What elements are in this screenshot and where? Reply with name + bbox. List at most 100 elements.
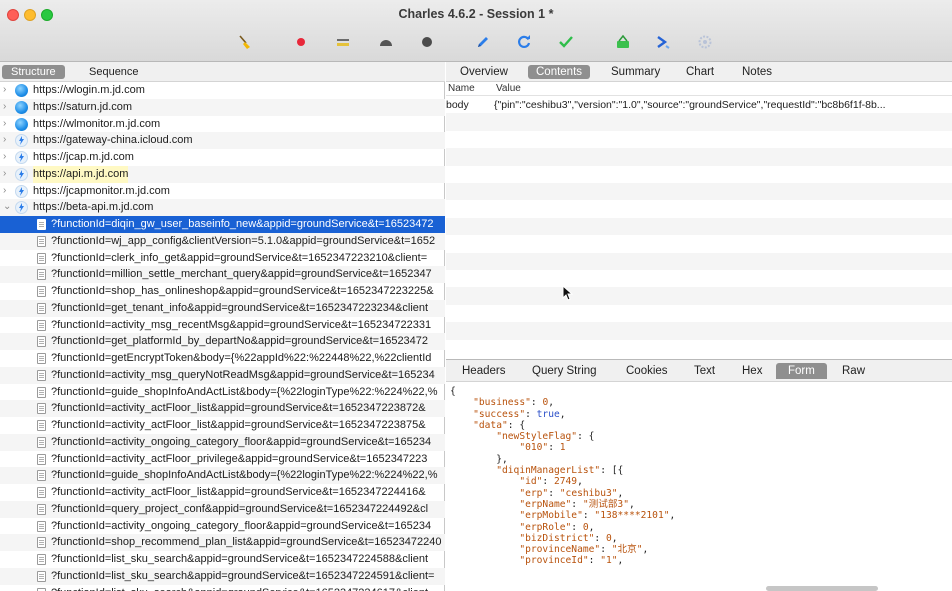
request-row[interactable]: ?functionId=query_project_conf&appid=gro… — [0, 500, 445, 518]
request-row[interactable]: ?functionId=list_sku_search&appid=ground… — [0, 585, 445, 591]
record-icon[interactable] — [292, 33, 310, 51]
chevron-right-icon[interactable]: › — [3, 166, 11, 183]
request-row[interactable]: ?functionId=million_settle_merchant_quer… — [0, 266, 445, 283]
host-row[interactable]: › https://jcap.m.jd.com — [0, 149, 445, 166]
table-row — [446, 113, 952, 131]
request-row[interactable]: ?functionId=getEncryptToken&body={%22app… — [0, 350, 445, 367]
request-row[interactable]: ?functionId=wj_app_config&clientVersion=… — [0, 232, 445, 250]
breakpoint-icon[interactable] — [377, 33, 395, 51]
request-row[interactable]: ?functionId=activity_ongoing_category_fl… — [0, 518, 445, 535]
request-row[interactable]: ?functionId=activity_msg_queryNotReadMsg… — [0, 366, 445, 384]
tab-contents[interactable]: Contents — [528, 65, 591, 79]
window-title: Charles 4.6.2 - Session 1 * — [398, 7, 554, 21]
request-row[interactable]: ?functionId=shop_recommend_plan_list&app… — [0, 534, 445, 551]
tab-structure[interactable]: Structure — [2, 65, 65, 79]
request-row[interactable]: ?functionId=list_sku_search&appid=ground… — [0, 551, 445, 568]
json-line: "newStyleFlag": { — [496, 431, 595, 443]
host-row[interactable]: › https://wlogin.m.jd.com — [0, 82, 445, 99]
table-row[interactable]: body {"pin":"ceshibu3","version":"1.0","s… — [446, 96, 952, 113]
throttle-icon[interactable] — [334, 33, 352, 51]
request-label: ?functionId=guide_shopInfoAndActList&bod… — [51, 469, 438, 482]
json-line: { — [450, 386, 456, 397]
host-row[interactable]: › https://saturn.jd.com — [0, 98, 445, 116]
tab-cookies[interactable]: Cookies — [614, 363, 680, 379]
document-icon — [37, 520, 46, 532]
json-line: "bizDistrict": 0, — [519, 532, 618, 544]
json-line: "data": { — [473, 419, 526, 431]
globe-icon — [15, 84, 28, 97]
tab-hex[interactable]: Hex — [730, 363, 774, 379]
request-row[interactable]: ?functionId=activity_msg_recentMsg&appid… — [0, 317, 445, 334]
document-icon — [37, 302, 46, 314]
document-icon — [37, 286, 46, 297]
horizontal-scrollbar[interactable] — [766, 586, 878, 591]
request-row[interactable]: ?functionId=get_platformId_by_departNo&a… — [0, 333, 445, 350]
check-icon[interactable] — [557, 33, 575, 51]
request-row[interactable]: ?functionId=diqin_gw_user_baseinfo_new&a… — [0, 216, 445, 233]
host-row[interactable]: › https://wlmonitor.m.jd.com — [0, 116, 445, 133]
tab-form[interactable]: Form — [776, 363, 827, 379]
table-row — [446, 305, 952, 322]
chevron-right-icon[interactable]: › — [3, 149, 11, 166]
request-row[interactable]: ?functionId=activity_actFloor_list&appid… — [0, 484, 445, 501]
request-row[interactable]: ?functionId=get_tenant_info&appid=ground… — [0, 299, 445, 317]
tab-chart[interactable]: Chart — [678, 65, 722, 79]
column-name[interactable]: Name — [448, 83, 475, 94]
mouse-cursor-icon — [562, 284, 574, 304]
tab-text[interactable]: Text — [682, 363, 727, 379]
request-label: ?functionId=shop_recommend_plan_list&app… — [51, 536, 442, 549]
table-row — [446, 200, 952, 217]
json-line: }, — [450, 453, 508, 465]
request-row[interactable]: ?functionId=activity_actFloor_list&appid… — [0, 400, 445, 417]
host-row[interactable]: ⌄ https://beta-api.m.jd.com — [0, 199, 445, 216]
tab-notes[interactable]: Notes — [734, 65, 780, 79]
request-row[interactable]: ?functionId=activity_actFloor_list&appid… — [0, 417, 445, 434]
host-row[interactable]: › https://api.m.jd.com — [0, 165, 445, 183]
request-label: ?functionId=guide_shopInfoAndActList&bod… — [51, 385, 438, 398]
globe-icon — [15, 100, 28, 114]
basket-icon[interactable] — [614, 33, 632, 51]
tab-query-string[interactable]: Query String — [520, 363, 609, 379]
json-line: "010": 1 — [519, 442, 566, 454]
chevron-right-icon[interactable]: › — [3, 99, 11, 116]
chevron-right-icon[interactable]: › — [3, 183, 11, 200]
table-row — [446, 270, 952, 287]
settings-icon[interactable] — [696, 33, 714, 51]
body-tabs: Headers Query String Cookies Text Hex Fo… — [446, 360, 952, 382]
tab-overview[interactable]: Overview — [452, 65, 516, 79]
chevron-right-icon[interactable]: › — [3, 116, 11, 133]
request-row[interactable]: ?functionId=guide_shopInfoAndActList&bod… — [0, 467, 445, 484]
request-label: ?functionId=activity_ongoing_category_fl… — [51, 435, 432, 448]
chevron-down-icon[interactable]: ⌄ — [3, 199, 11, 216]
json-line: "provinceId": "1", — [519, 555, 624, 567]
broom-icon[interactable] — [236, 33, 254, 51]
request-row[interactable]: ?functionId=list_sku_search&appid=ground… — [0, 567, 445, 585]
document-icon — [37, 453, 46, 465]
chevron-right-icon[interactable]: › — [3, 82, 11, 99]
column-value[interactable]: Value — [496, 83, 521, 94]
chevron-right-icon[interactable]: › — [3, 132, 11, 149]
host-row[interactable]: › https://gateway-china.icloud.com — [0, 132, 445, 149]
globe-icon — [15, 117, 28, 131]
tools-icon[interactable] — [654, 33, 672, 51]
tab-sequence[interactable]: Sequence — [80, 65, 148, 79]
request-label: ?functionId=clerk_info_get&appid=groundS… — [51, 251, 428, 264]
stop-icon[interactable] — [418, 33, 436, 51]
request-label: ?functionId=list_sku_search&appid=ground… — [51, 569, 435, 582]
request-label: ?functionId=wj_app_config&clientVersion=… — [51, 234, 436, 247]
pen-icon[interactable] — [474, 33, 492, 51]
request-row[interactable]: ?functionId=guide_shopInfoAndActList&bod… — [0, 384, 445, 401]
tab-raw[interactable]: Raw — [830, 363, 877, 379]
host-row[interactable]: › https://jcapmonitor.m.jd.com — [0, 183, 445, 200]
request-row[interactable]: ?functionId=activity_ongoing_category_fl… — [0, 433, 445, 451]
request-row[interactable]: ?functionId=activity_actFloor_privilege&… — [0, 451, 445, 468]
host-label: https://beta-api.m.jd.com — [33, 201, 154, 214]
json-viewer[interactable]: { "business": 0, "success": true, "data"… — [446, 382, 952, 591]
refresh-icon[interactable] — [515, 33, 533, 51]
request-row[interactable]: ?functionId=shop_has_onlineshop&appid=gr… — [0, 283, 445, 300]
request-row[interactable]: ?functionId=clerk_info_get&appid=groundS… — [0, 250, 445, 267]
tab-headers[interactable]: Headers — [450, 363, 517, 379]
tab-summary[interactable]: Summary — [603, 65, 668, 79]
lightning-icon — [15, 167, 28, 181]
host-label: https://jcapmonitor.m.jd.com — [33, 184, 170, 197]
